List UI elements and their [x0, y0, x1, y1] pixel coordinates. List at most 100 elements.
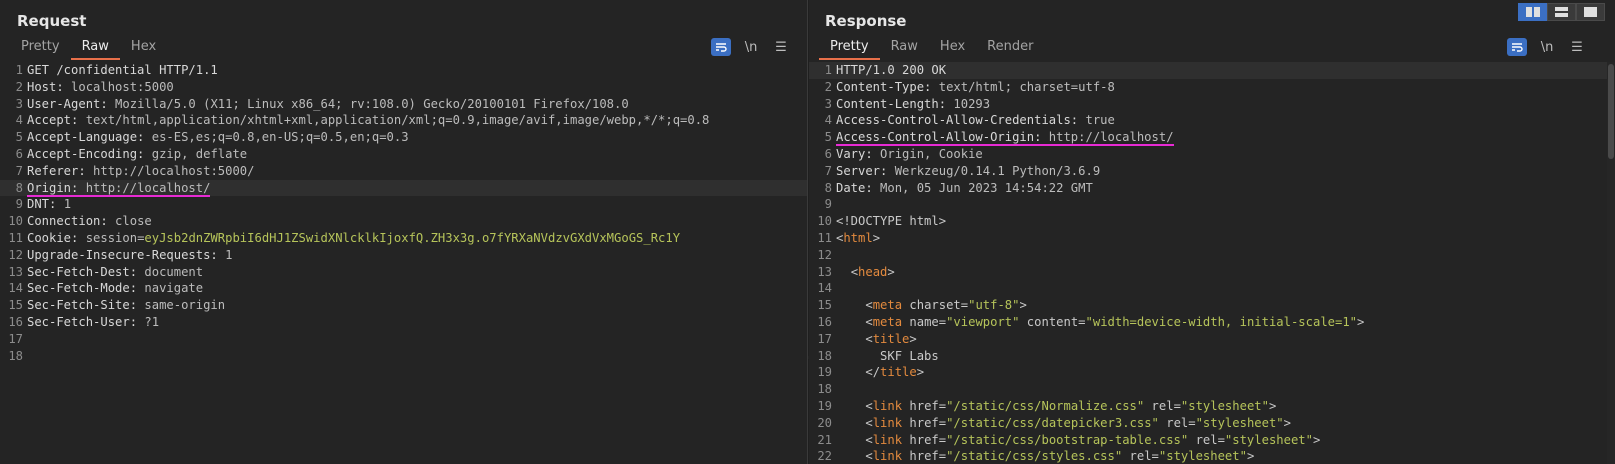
code-line: 13 Sec-Fetch-Dest: document [0, 264, 807, 281]
html-token: href= [902, 415, 947, 430]
html-token: "stylesheet" [1224, 432, 1313, 447]
newline-toggle[interactable]: \n [741, 38, 761, 56]
header-value: localhost:5000 [63, 79, 174, 94]
header-name: Access-Control-Allow-Credentials: [836, 113, 1079, 128]
line-text: Content-Type: text/html; charset=utf-8 [836, 80, 1115, 94]
request-editor[interactable]: 1 GET /confidential HTTP/1.1 2 Host: localh… [0, 62, 807, 464]
line-content: <meta name="viewport" content="width=dev… [836, 314, 1364, 331]
header-value: es-ES,es;q=0.8,en-US;q=0.5,en;q=0.3 [144, 130, 409, 145]
header-value: 10293 [946, 96, 991, 111]
code-line: 5 Access-Control-Allow-Origin: http://loc… [809, 129, 1615, 147]
html-token: > [1357, 314, 1365, 329]
code-line: 17 <title> [809, 331, 1615, 348]
code-line: 4 Accept: text/html,application/xhtml+xml… [0, 112, 807, 129]
header-name: Access-Control-Allow-Origin: [836, 130, 1042, 145]
single-pane-layout-icon[interactable] [1576, 3, 1605, 21]
html-token: rel= [1158, 415, 1196, 430]
line-number: 1 [15, 63, 23, 77]
code-line: 18 [809, 381, 1615, 398]
line-text: Accept-Language: es-ES,es;q=0.8,en-US;q=… [27, 130, 409, 144]
line-text: User-Agent: Mozilla/5.0 (X11; Linux x86_… [27, 97, 629, 111]
line-text: Sec-Fetch-Dest: document [27, 265, 203, 279]
html-token: "/static/css/styles.css" [946, 449, 1123, 464]
html-token: "stylesheet" [1195, 415, 1284, 430]
tab-request-raw[interactable]: Raw [70, 38, 120, 60]
html-token: href= [902, 449, 947, 464]
menu-icon[interactable]: ☰ [1567, 38, 1587, 56]
html-token: title [880, 365, 917, 380]
cookie-value: eyJsb2dnZWRpbiI6dHJ1ZSwidXNlcklkIjoxfQ.Z… [144, 230, 681, 245]
code-line: 12 [809, 247, 1615, 264]
line-content: </title> [836, 364, 924, 381]
header-value: close [107, 214, 152, 229]
tab-request-pretty[interactable]: Pretty [10, 38, 71, 60]
header-value: true [1078, 113, 1115, 128]
header-name: Accept-Encoding: [27, 146, 145, 161]
header-value: 1 [217, 247, 233, 262]
code-line: 15 Sec-Fetch-Site: same-origin [0, 297, 807, 314]
header-name: User-Agent: [27, 96, 108, 111]
request-title: Request [17, 12, 87, 30]
code-line: 8 Date: Mon, 05 Jun 2023 14:54:22 GMT [809, 180, 1615, 197]
response-tools: \n ☰ [1507, 38, 1587, 56]
html-token: < [865, 331, 873, 346]
stacked-layout-icon[interactable] [1547, 3, 1576, 21]
header-name: Content-Type: [836, 79, 932, 94]
line-text: HTTP/1.0 200 OK [836, 63, 946, 77]
header-name: Origin: [27, 180, 79, 195]
line-text: Sec-Fetch-Site: same-origin [27, 298, 225, 312]
header-name: Content-Length: [836, 96, 947, 111]
code-line: 14 [809, 280, 1615, 297]
line-text: Referer: http://localhost:5000/ [27, 164, 254, 178]
wrap-icon[interactable] [711, 38, 731, 56]
line-number: 15 [8, 298, 23, 313]
html-token: > [1268, 398, 1277, 413]
html-token: title [872, 331, 910, 346]
code-line: 17 [0, 331, 807, 348]
line-number: 14 [817, 281, 832, 296]
side-by-side-layout-icon[interactable] [1518, 3, 1547, 21]
tab-response-raw[interactable]: Raw [880, 38, 929, 60]
line-number: 13 [8, 264, 23, 279]
tab-response-hex[interactable]: Hex [929, 38, 976, 60]
newline-toggle[interactable]: \n [1537, 38, 1557, 56]
line-content: Vary: Origin, Cookie [836, 146, 983, 163]
code-line: 3 User-Agent: Mozilla/5.0 (X11; Linux x86… [0, 96, 807, 113]
header-value: http://localhost/ [1041, 130, 1174, 145]
response-scrollbar-thumb[interactable] [1608, 64, 1614, 159]
header-name: Cookie: [27, 230, 79, 245]
code-line: 1 HTTP/1.0 200 OK [809, 62, 1615, 79]
code-line: 10 Connection: close [0, 213, 807, 230]
response-title: Response [825, 12, 907, 30]
header-name: Referer: [27, 163, 86, 178]
response-editor[interactable]: 1 HTTP/1.0 200 OK 2 Content-Type: text/html… [809, 62, 1615, 464]
line-number: 19 [817, 365, 832, 380]
tab-request-hex[interactable]: Hex [120, 38, 167, 60]
code-line: 5 Accept-Language: es-ES,es;q=0.8,en-US;q… [0, 129, 807, 146]
header-name: Connection: [27, 214, 108, 229]
code-line: 21 <link href="/static/css/bootstrap-tab… [809, 432, 1615, 449]
html-token: > [1312, 432, 1321, 447]
html-token: "/static/css/bootstrap-table.css" [946, 432, 1189, 447]
line-text: DNT: 1 [27, 197, 71, 211]
line-number: 8 [824, 180, 832, 195]
header-value: ?1 [137, 314, 160, 329]
menu-icon[interactable]: ☰ [771, 38, 791, 56]
wrap-icon[interactable] [1507, 38, 1527, 56]
line-content: Accept-Language: es-ES,es;q=0.8,en-US;q=… [27, 129, 409, 146]
line-content: Access-Control-Allow-Origin: http://loca… [836, 129, 1174, 147]
header-value: text/html,application/xhtml+xml,applicat… [78, 113, 710, 128]
header-name: Sec-Fetch-Mode: [27, 281, 138, 296]
tab-response-pretty[interactable]: Pretty [819, 38, 880, 60]
header-name: GET /confidential HTTP/1.1 [27, 63, 218, 77]
line-content: Sec-Fetch-Site: same-origin [27, 297, 225, 314]
line-content: Accept-Encoding: gzip, deflate [27, 146, 247, 163]
line-number: 13 [817, 264, 832, 279]
header-name: Vary: [836, 146, 873, 161]
tab-response-render[interactable]: Render [976, 38, 1044, 60]
header-value: document [137, 264, 204, 279]
header-value: Werkzeug/0.14.1 Python/3.6.9 [887, 163, 1101, 178]
html-token: > [909, 331, 917, 346]
line-number: 11 [817, 230, 832, 245]
line-content: User-Agent: Mozilla/5.0 (X11; Linux x86_… [27, 96, 629, 113]
